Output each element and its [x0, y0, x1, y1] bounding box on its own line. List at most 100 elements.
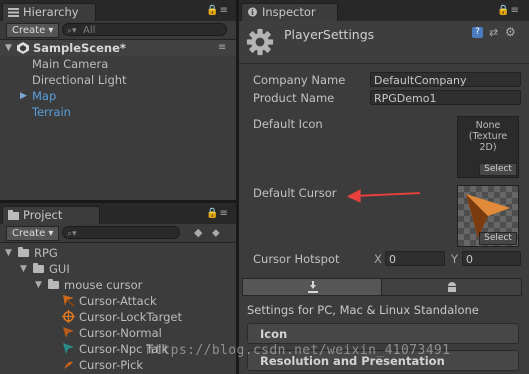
- platform-tabs: [242, 278, 522, 296]
- folder-icon: [48, 279, 59, 289]
- project-file-row[interactable]: Cursor-Normal: [0, 325, 236, 341]
- company-name-value: DefaultCompany: [374, 74, 467, 87]
- inspector-title: PlayerSettings: [284, 27, 375, 42]
- file-label: Cursor-LockTarget: [79, 310, 183, 324]
- hierarchy-item-label: Map: [32, 89, 57, 103]
- tab-project-label: Project: [23, 208, 63, 222]
- expand-triangle-icon[interactable]: ▼: [5, 245, 12, 261]
- hotspot-y-label: Y: [451, 252, 459, 266]
- company-name-field[interactable]: DefaultCompany: [370, 72, 521, 87]
- default-icon-select-button[interactable]: Select: [479, 163, 517, 176]
- scene-name: SampleScene*: [33, 41, 126, 55]
- cursor-hotspot-label: Cursor Hotspot: [253, 252, 340, 266]
- hotspot-y-field[interactable]: 0: [462, 251, 521, 266]
- product-name-value: RPGDemo1: [374, 92, 437, 105]
- texture-label-2: 2D): [479, 142, 497, 153]
- expand-triangle-icon[interactable]: ▶: [20, 88, 27, 104]
- texture-label: (Texture: [468, 131, 508, 142]
- project-tabbar: Project 🔒≡: [0, 203, 236, 224]
- project-folder-row[interactable]: ▼ GUI: [0, 261, 236, 277]
- product-name-field[interactable]: RPGDemo1: [370, 90, 521, 105]
- default-icon-none-text: None (Texture 2D): [458, 120, 518, 153]
- help-icon[interactable]: ?: [472, 27, 483, 38]
- tab-inspector[interactable]: Inspector: [241, 3, 338, 21]
- cursor-pick-icon: [64, 361, 73, 369]
- product-name-label: Product Name: [253, 91, 335, 105]
- settings-gear-icon[interactable]: ⚙: [505, 25, 516, 39]
- expand-triangle-icon[interactable]: ▼: [20, 261, 27, 277]
- default-cursor-select-button[interactable]: Select: [479, 232, 517, 245]
- hierarchy-search-input[interactable]: ⌕▾ All: [62, 23, 227, 36]
- project-file-row[interactable]: Cursor-LockTarget: [0, 309, 236, 325]
- scene-row[interactable]: ▼ SampleScene* ≡: [0, 40, 236, 56]
- section-icon[interactable]: Icon: [247, 323, 519, 344]
- project-folder-row[interactable]: ▼ RPG: [0, 245, 236, 261]
- info-icon: [248, 7, 257, 17]
- hierarchy-toolbar: Create ▾ ⌕▾ All: [0, 21, 236, 40]
- default-icon-slot[interactable]: None (Texture 2D) Select: [457, 116, 519, 178]
- preset-icon[interactable]: ⇄: [489, 26, 498, 39]
- hierarchy-search-placeholder: All: [83, 25, 96, 36]
- project-create-button[interactable]: Create ▾: [6, 226, 60, 241]
- section-icon-label: Icon: [260, 327, 288, 341]
- cursor-normal-icon: [63, 327, 74, 338]
- folder-icon: [8, 210, 19, 220]
- expand-triangle-icon[interactable]: ▼: [35, 277, 42, 293]
- folder-label: GUI: [49, 262, 70, 276]
- project-search-input[interactable]: ⌕▾: [62, 226, 180, 239]
- expand-triangle-icon[interactable]: ▼: [5, 40, 12, 56]
- unity-logo-icon: [17, 42, 29, 54]
- hierarchy-item-label: Directional Light: [32, 73, 127, 87]
- default-cursor-slot[interactable]: Select: [457, 185, 519, 247]
- tab-project[interactable]: Project: [2, 206, 100, 224]
- hierarchy-panel: Hierarchy 🔒≡ Create ▾ ⌕▾ All ▼ SampleSce…: [0, 0, 236, 200]
- tab-standalone[interactable]: [242, 278, 382, 296]
- android-icon: [448, 282, 456, 292]
- file-label: Cursor-Attack: [79, 294, 157, 308]
- scene-menu-icon[interactable]: ≡: [218, 40, 226, 56]
- project-file-row[interactable]: Cursor-Attack: [0, 293, 236, 309]
- download-icon: [308, 281, 318, 293]
- list-icon: [8, 8, 19, 17]
- cursor-locktarget-icon: [62, 310, 75, 323]
- search-icon: ⌕▾: [67, 26, 77, 36]
- project-folder-row[interactable]: ▼ mouse cursor: [0, 277, 236, 293]
- folder-icon: [33, 263, 44, 273]
- hierarchy-item[interactable]: Directional Light: [0, 72, 236, 88]
- folder-label: RPG: [34, 246, 58, 260]
- tab-hierarchy[interactable]: Hierarchy: [2, 3, 96, 21]
- hotspot-x-label: X: [374, 252, 382, 266]
- project-file-row[interactable]: Cursor-Pick: [0, 357, 236, 373]
- hierarchy-item-label: Terrain: [32, 105, 71, 119]
- filter-type-icon[interactable]: ◆: [194, 226, 202, 239]
- hierarchy-item-label: Main Camera: [32, 57, 109, 71]
- project-toolbar: Create ▾ ⌕▾ ◆ ⬥: [0, 224, 236, 243]
- hierarchy-item[interactable]: Main Camera: [0, 56, 236, 72]
- default-cursor-label: Default Cursor: [253, 186, 337, 200]
- project-lock-menu-icon[interactable]: 🔒≡: [206, 208, 229, 219]
- hierarchy-lock-menu-icon[interactable]: 🔒≡: [206, 5, 229, 16]
- cursor-attack-icon: [63, 295, 75, 307]
- hierarchy-create-label: Create: [12, 25, 46, 36]
- file-label: Cursor-Pick: [79, 358, 144, 372]
- inspector-lock-menu-icon[interactable]: 🔒≡: [497, 5, 520, 16]
- tab-inspector-label: Inspector: [262, 5, 316, 19]
- tab-android[interactable]: [382, 278, 522, 296]
- tab-hierarchy-label: Hierarchy: [23, 5, 79, 19]
- filter-label-icon[interactable]: ⬥: [212, 226, 220, 240]
- hotspot-x-value: 0: [389, 253, 396, 266]
- hierarchy-item-prefab[interactable]: ▶ Map: [0, 88, 236, 104]
- hotspot-y-value: 0: [466, 253, 473, 266]
- hotspot-x-field[interactable]: 0: [385, 251, 445, 266]
- hierarchy-create-button[interactable]: Create ▾: [6, 23, 60, 38]
- folder-icon: [18, 247, 29, 257]
- gear-icon: [246, 28, 274, 56]
- folder-label: mouse cursor: [64, 278, 143, 292]
- project-create-label: Create: [12, 228, 46, 239]
- red-arrow-annotation: [346, 189, 421, 203]
- hierarchy-item-prefab[interactable]: Terrain: [0, 104, 236, 120]
- file-label: Cursor-Normal: [79, 326, 162, 340]
- select-label: Select: [484, 164, 512, 174]
- search-icon: ⌕▾: [67, 229, 77, 239]
- inspector-panel: Inspector 🔒≡ PlayerSettings ? ⇄ ⚙ Compan…: [239, 0, 529, 374]
